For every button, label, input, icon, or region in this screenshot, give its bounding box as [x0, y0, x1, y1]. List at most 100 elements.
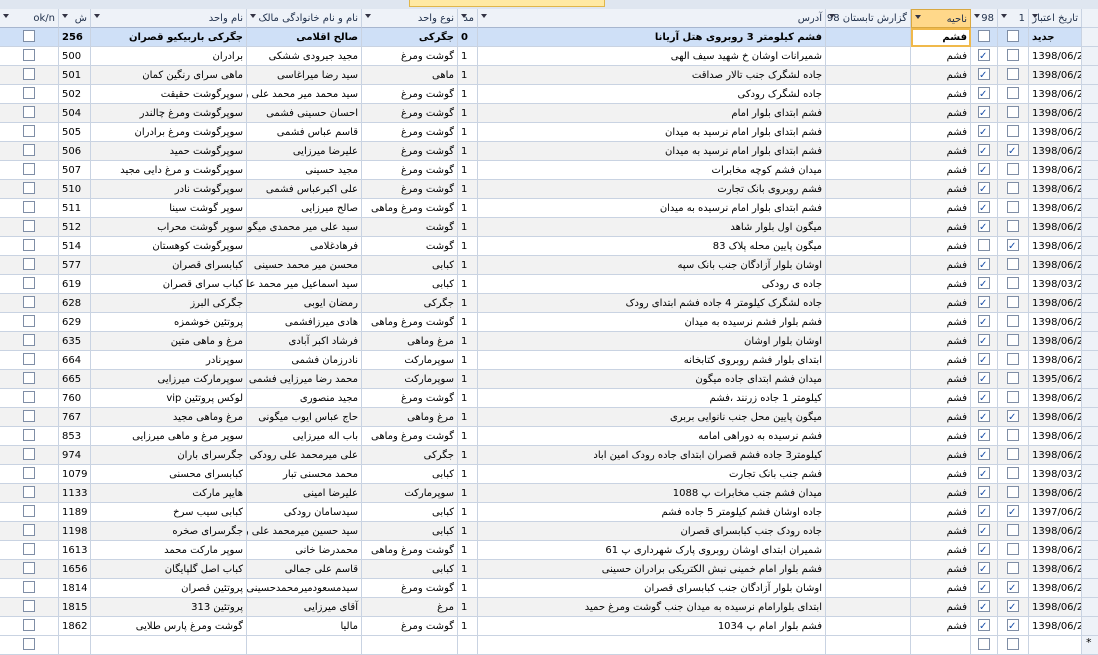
cell-m[interactable]: 1 — [458, 199, 478, 218]
checkbox[interactable] — [23, 182, 35, 194]
checkbox[interactable] — [23, 277, 35, 289]
cell-c1[interactable] — [998, 104, 1029, 123]
cell-okn[interactable] — [0, 237, 59, 256]
cell-kind[interactable]: کبابی — [362, 522, 458, 541]
checkbox[interactable] — [978, 579, 990, 597]
record-selector[interactable] — [1082, 351, 1098, 370]
cell-okn[interactable] — [0, 66, 59, 85]
cell-m[interactable]: 1 — [458, 503, 478, 522]
checkbox[interactable] — [1007, 30, 1019, 42]
cell-c98[interactable] — [971, 161, 998, 180]
cell-m[interactable]: 0 — [458, 28, 478, 47]
cell-area[interactable]: فشم — [911, 218, 971, 237]
cell-date[interactable]: 1398/06/25 — [1029, 560, 1082, 579]
checkbox[interactable] — [1007, 543, 1019, 555]
cell-report[interactable] — [826, 85, 911, 104]
cell-name[interactable]: ماهی سرای رنگین کمان — [91, 66, 247, 85]
checkbox[interactable] — [1007, 467, 1019, 479]
cell-date[interactable]: 1398/03/25 — [1029, 275, 1082, 294]
cell-owner[interactable]: نادرزمان فشمی — [247, 351, 362, 370]
cell-c98[interactable] — [971, 313, 998, 332]
cell-report[interactable] — [826, 161, 911, 180]
cell-area[interactable]: فشم — [911, 332, 971, 351]
cell-date[interactable]: 1398/06/25 — [1029, 199, 1082, 218]
cell-c1[interactable] — [998, 484, 1029, 503]
cell-name[interactable]: جگرکی باربیکیو قصران — [91, 28, 247, 47]
record-selector[interactable] — [1082, 617, 1098, 636]
cell-addr[interactable]: فشم ابتدای بلوار امام نرسید به میدان — [478, 123, 826, 142]
cell-sh[interactable]: 628 — [59, 294, 91, 313]
cell-area[interactable]: فشم — [911, 579, 971, 598]
cell-m[interactable]: 1 — [458, 427, 478, 446]
checkbox[interactable] — [23, 619, 35, 631]
cell-report[interactable] — [826, 465, 911, 484]
cell-owner[interactable]: رمضان ایوبی — [247, 294, 362, 313]
cell-addr[interactable]: کیلومتر 1 جاده زرنند ،فشم — [478, 389, 826, 408]
checkbox[interactable] — [23, 562, 35, 574]
cell-okn[interactable] — [0, 446, 59, 465]
cell-m[interactable]: 1 — [458, 104, 478, 123]
cell-owner[interactable] — [247, 636, 362, 655]
cell-c1[interactable] — [998, 294, 1029, 313]
checkbox[interactable] — [23, 239, 35, 251]
cell-c98[interactable] — [971, 408, 998, 427]
cell-name[interactable]: سوپر گوشت محراب — [91, 218, 247, 237]
column-header-owner[interactable]: نام و نام خانوادگی مالک — [247, 9, 362, 28]
cell-kind[interactable]: گوشت ومرغ — [362, 161, 458, 180]
cell-owner[interactable]: سیدمسعودمیرمحمدحسینی — [247, 579, 362, 598]
cell-okn[interactable] — [0, 313, 59, 332]
cell-date[interactable]: 1398/06/25 — [1029, 256, 1082, 275]
cell-kind[interactable]: گوشت ومرغ — [362, 123, 458, 142]
cell-owner[interactable]: سید رضا میراغاسی — [247, 66, 362, 85]
cell-kind[interactable]: گوشت ومرغ — [362, 579, 458, 598]
cell-c1[interactable] — [998, 218, 1029, 237]
cell-area[interactable]: فشم — [911, 503, 971, 522]
column-header-okn[interactable]: ok/n — [0, 9, 59, 28]
record-selector[interactable] — [1082, 408, 1098, 427]
checkbox[interactable] — [978, 503, 990, 521]
cell-m[interactable]: 1 — [458, 180, 478, 199]
cell-addr[interactable]: ابتدای بلوارامام نرسیده به میدان جنب گوش… — [478, 598, 826, 617]
cell-m[interactable]: 1 — [458, 541, 478, 560]
cell-c1[interactable] — [998, 598, 1029, 617]
cell-owner[interactable]: فرشاد اکبر آبادی — [247, 332, 362, 351]
cell-sh[interactable]: 853 — [59, 427, 91, 446]
cell-report[interactable] — [826, 503, 911, 522]
cell-sh[interactable]: 511 — [59, 199, 91, 218]
cell-okn[interactable] — [0, 218, 59, 237]
cell-report[interactable] — [826, 560, 911, 579]
cell-date[interactable]: 1398/06/25 — [1029, 66, 1082, 85]
chevron-down-icon[interactable] — [829, 14, 835, 18]
cell-owner[interactable]: قاسم علی جمالی — [247, 560, 362, 579]
cell-c1[interactable] — [998, 560, 1029, 579]
cell-owner[interactable]: محمد رضا میرزایی فشمی — [247, 370, 362, 389]
cell-c1[interactable] — [998, 522, 1029, 541]
checkbox[interactable] — [1007, 598, 1019, 616]
cell-m[interactable]: 1 — [458, 313, 478, 332]
record-selector[interactable] — [1082, 199, 1098, 218]
cell-name[interactable]: سوپر مرغ و ماهی میرزایی — [91, 427, 247, 446]
cell-kind[interactable]: جگرکی — [362, 294, 458, 313]
cell-kind[interactable]: گوشت ومرغ — [362, 142, 458, 161]
chevron-down-icon[interactable] — [3, 14, 9, 18]
cell-date[interactable]: 1398/03/25 — [1029, 465, 1082, 484]
cell-m[interactable]: 1 — [458, 85, 478, 104]
cell-c98[interactable] — [971, 218, 998, 237]
cell-kind[interactable]: سوپرمارکت — [362, 484, 458, 503]
cell-addr[interactable]: فشم جنب بانک تجارت — [478, 465, 826, 484]
cell-okn[interactable] — [0, 256, 59, 275]
cell-name[interactable]: مرغ و ماهی متین — [91, 332, 247, 351]
record-selector[interactable] — [1082, 560, 1098, 579]
cell-okn[interactable] — [0, 636, 59, 655]
record-selector[interactable] — [1082, 161, 1098, 180]
cell-m[interactable]: 1 — [458, 351, 478, 370]
checkbox[interactable] — [1007, 258, 1019, 270]
cell-sh[interactable]: 664 — [59, 351, 91, 370]
cell-okn[interactable] — [0, 541, 59, 560]
cell-report[interactable] — [826, 294, 911, 313]
record-selector[interactable] — [1082, 237, 1098, 256]
cell-addr[interactable]: ابتدای بلوار فشم روبروی کتابخانه — [478, 351, 826, 370]
record-selector[interactable] — [1082, 218, 1098, 237]
cell-area[interactable]: فشم — [911, 617, 971, 636]
cell-owner[interactable]: مجید حسینی — [247, 161, 362, 180]
